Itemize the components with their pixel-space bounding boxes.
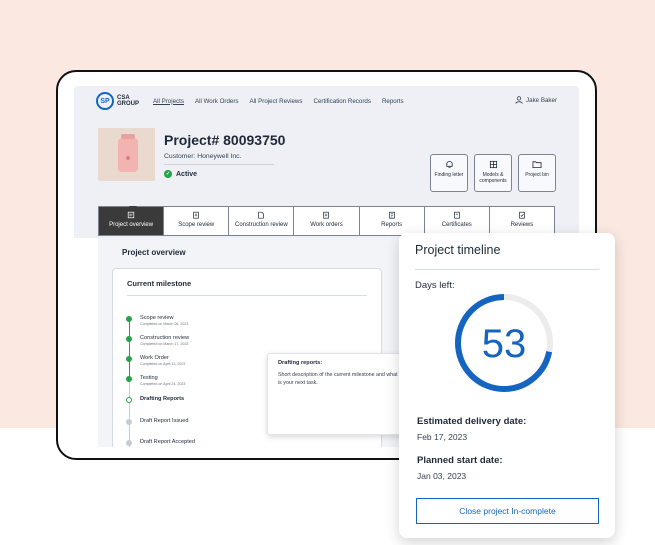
- nav-all-projects[interactable]: All Projects: [153, 98, 184, 105]
- active-tab-indicator: [129, 206, 137, 211]
- tab-scope-review[interactable]: Scope review: [164, 207, 230, 235]
- tab-reviews[interactable]: Reviews: [490, 207, 554, 235]
- milestone-card: Current milestone Scope review Completed …: [112, 268, 413, 447]
- project-header: Project# 80093750 Customer: Honeywell In…: [74, 116, 579, 238]
- check-icon: ✓: [164, 170, 172, 178]
- overview-icon: [127, 211, 135, 219]
- milestone-item-current[interactable]: Drafting Reports: [126, 396, 184, 403]
- start-date-value: Jan 03, 2023: [417, 471, 467, 481]
- overview-title: Project overview: [122, 248, 186, 257]
- days-left-value: 53: [482, 322, 527, 366]
- review-check-icon: [519, 211, 525, 219]
- timeline-track-complete: [129, 317, 130, 379]
- grid-icon: [489, 160, 497, 169]
- status-badge: ✓ Active: [164, 170, 198, 178]
- bell-icon: [445, 160, 453, 169]
- tab-construction-review[interactable]: Construction review: [229, 207, 295, 235]
- nav-certification-records[interactable]: Certification Records: [314, 98, 371, 105]
- document-icon: [258, 211, 265, 219]
- nav-all-work-orders[interactable]: All Work Orders: [195, 98, 239, 105]
- timeline-track-pending: [129, 379, 130, 447]
- days-left-label: Days left:: [415, 280, 455, 291]
- divider: [164, 164, 274, 165]
- tab-certificates[interactable]: Certificates: [425, 207, 490, 235]
- nav-reports[interactable]: Reports: [382, 98, 404, 105]
- project-tabs: Project overview Scope review Constructi…: [98, 206, 555, 236]
- report-icon: [388, 211, 395, 219]
- user-menu[interactable]: Jake Baker: [515, 96, 557, 104]
- days-left-gauge: 53: [455, 294, 553, 392]
- milestone-item: Draft Report Issued: [126, 418, 189, 425]
- milestone-tooltip: Drafting reports: Short description of t…: [267, 353, 413, 435]
- milestone-title: Current milestone: [127, 279, 192, 288]
- nav-all-project-reviews[interactable]: All Project Reviews: [250, 98, 303, 105]
- tab-work-orders[interactable]: Work orders: [294, 207, 360, 235]
- start-date-label: Planned start date:: [417, 455, 503, 466]
- clipboard-icon: [193, 211, 199, 219]
- tab-reports[interactable]: Reports: [360, 207, 425, 235]
- product-image: [98, 128, 155, 181]
- logo-mark-icon: SP: [96, 92, 114, 110]
- milestone-item: Testing Completed on April 24, 2023: [126, 375, 185, 386]
- list-icon: [323, 211, 330, 219]
- project-bin-button[interactable]: Project bin: [518, 154, 556, 192]
- finding-letter-button[interactable]: Finding letter: [430, 154, 468, 192]
- user-name: Jake Baker: [526, 96, 557, 104]
- top-navigation: SP CSA GROUP All Projects All Work Order…: [74, 86, 579, 116]
- certificate-icon: [454, 211, 460, 219]
- divider: [415, 269, 599, 270]
- csa-logo[interactable]: SP CSA GROUP: [96, 92, 139, 110]
- project-title: Project# 80093750: [164, 132, 286, 148]
- milestone-item: Scope review Completed on March 06, 2023: [126, 315, 188, 326]
- models-components-button[interactable]: Models & components: [474, 154, 512, 192]
- project-customer: Customer: Honeywell Inc.: [164, 153, 242, 160]
- milestone-item: Draft Report Accepted: [126, 439, 195, 446]
- user-icon: [515, 96, 523, 104]
- divider: [127, 295, 367, 296]
- delivery-date-label: Estimated delivery date:: [417, 416, 527, 427]
- folder-icon: [532, 161, 542, 169]
- delivery-date-value: Feb 17, 2023: [417, 432, 468, 442]
- close-project-button[interactable]: Close project In-complete: [416, 498, 599, 524]
- tab-project-overview[interactable]: Project overview: [99, 207, 165, 235]
- timeline-title: Project timeline: [415, 243, 501, 257]
- milestone-item: Construction review Completed on March 17…: [126, 335, 189, 346]
- milestone-item: Work Order Completed on April 13, 2023: [126, 355, 185, 366]
- project-timeline-card: Project timeline Days left: 53 Estimated…: [399, 233, 615, 538]
